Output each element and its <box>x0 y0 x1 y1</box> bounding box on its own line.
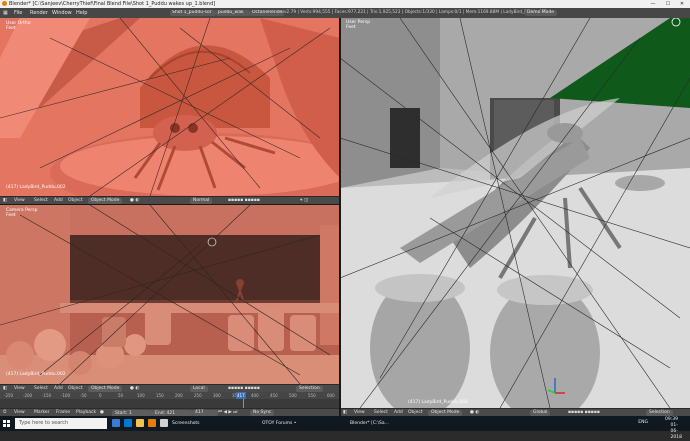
viewport-view-label: User Persp Feet <box>346 20 371 30</box>
maximize-button[interactable]: ☐ <box>661 0 675 8</box>
menu-window[interactable]: Window <box>52 8 72 18</box>
grasshopper-scene-render <box>340 18 690 408</box>
active-object-label: (417) LadyBird_Puddu.002 <box>6 185 66 190</box>
clock-date[interactable]: 01-06-2018 <box>671 423 682 441</box>
viewport-bottom-left[interactable]: Camera Persp Feet (417) LadyBird_Puddu.0… <box>0 205 340 384</box>
timeline-tick-label: -150 <box>42 393 52 398</box>
window-title: Blender* [C:\Sanjeev\CherryThief\Final B… <box>9 1 216 7</box>
viewport-view-label: User Ortho Feet <box>6 21 31 31</box>
app-icon[interactable] <box>160 419 168 427</box>
current-frame-indicator[interactable]: 417 <box>236 392 246 399</box>
language-indicator[interactable]: ENG <box>638 420 648 425</box>
timeline-tick-label: -200 <box>23 393 33 398</box>
taskbar-item-otoy-forums[interactable]: OTOY Forums • <box>262 417 296 430</box>
area-divider[interactable] <box>339 18 341 416</box>
scene-stats: v2.79 | Verts:994,555 | Faces:977,221 | … <box>284 10 548 15</box>
viewport-top-left[interactable]: User Ortho Feet (417) LadyBird_Puddu.002 <box>0 18 340 196</box>
blender-taskbar-icon[interactable] <box>148 419 156 427</box>
timeline-editor[interactable]: -250-200-150-100-50050100150200250300350… <box>0 392 340 408</box>
demo-mode-toggle[interactable]: Demo Mode <box>525 10 557 16</box>
timeline-tick-label: 100 <box>137 393 145 398</box>
menu-file[interactable]: File <box>14 8 22 18</box>
viewport-view-label: Camera Persp Feet <box>6 208 38 218</box>
viewport-right[interactable]: User Persp Feet (417) LadyBird_Puddu.002 <box>340 18 690 408</box>
timeline-tick-label: 450 <box>270 393 278 398</box>
timeline-tick-label: 500 <box>289 393 297 398</box>
timeline-tick-label: 150 <box>156 393 164 398</box>
task-view-icon[interactable] <box>112 419 120 427</box>
ladybird-closeup-render <box>0 18 340 196</box>
menu-render[interactable]: Render <box>30 8 48 18</box>
timeline-tick-label: 200 <box>175 393 183 398</box>
screen-layout-select[interactable]: Shot 1_puddu-sor <box>170 10 216 16</box>
taskbar-item-screenshots[interactable]: Screenshots <box>172 417 200 430</box>
scene-select[interactable]: puddu_wak <box>216 10 250 16</box>
minimize-button[interactable]: — <box>646 0 660 8</box>
editor-type-icon[interactable]: ▦ <box>3 8 11 18</box>
timeline-tick-label: 250 <box>194 393 202 398</box>
timeline-tick-label: 550 <box>308 393 316 398</box>
edge-icon[interactable] <box>124 419 132 427</box>
timeline-tick-label: -250 <box>4 393 14 398</box>
timeline-tick-label: 0 <box>99 393 102 398</box>
window-titlebar: Blender* [C:\Sanjeev\CherryThief\Final B… <box>0 0 690 8</box>
timeline-tick-label: -100 <box>61 393 71 398</box>
timeline-tick-label: 600 <box>327 393 335 398</box>
file-explorer-icon[interactable] <box>136 419 144 427</box>
timeline-tick-label: -50 <box>80 393 87 398</box>
active-object-label: (417) LadyBird_Puddu.002 <box>408 400 468 405</box>
taskbar-search-input[interactable]: Type here to search <box>15 418 107 429</box>
taskbar-item-blender[interactable]: Blender* [C:\Sa... <box>350 417 389 430</box>
close-button[interactable]: ✕ <box>675 0 689 8</box>
timeline-tick-label: 300 <box>213 393 221 398</box>
menu-help[interactable]: Help <box>76 8 87 18</box>
timeline-tick-label: 400 <box>251 393 259 398</box>
area-divider[interactable] <box>0 204 340 205</box>
kitchen-shelf-render <box>0 205 340 384</box>
render-engine-select[interactable]: OctaneRender <box>250 10 284 16</box>
windows-start-icon[interactable] <box>3 420 10 427</box>
timeline-ruler[interactable]: -250-200-150-100-50050100150200250300350… <box>0 392 340 399</box>
timeline-tick-label: 50 <box>118 393 124 398</box>
blender-logo-icon <box>2 1 7 6</box>
windows-taskbar: Type here to search Screenshots OTOY For… <box>0 416 690 440</box>
active-object-label: (417) LadyBird_Puddu.002 <box>6 372 66 377</box>
